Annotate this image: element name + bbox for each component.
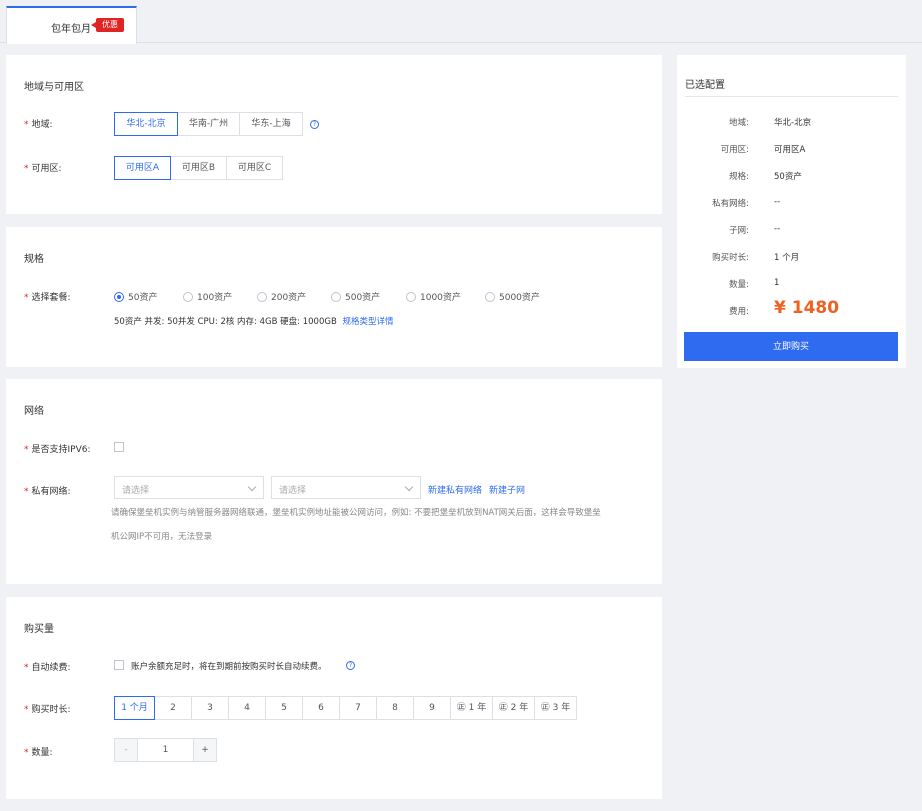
spec-title: 规格 <box>24 254 44 265</box>
package-option-500[interactable]: 500资产 <box>331 290 380 303</box>
zone-option-a[interactable]: 可用区A <box>114 156 171 180</box>
zone-option-c[interactable]: 可用区C <box>226 156 283 180</box>
summary-value-duration: 1 个月 <box>774 253 800 263</box>
vpc-select[interactable]: 请选择 <box>114 476 264 499</box>
duration-option-1m[interactable]: 1 个月 <box>114 696 155 720</box>
duration-label: * 购买时长: <box>24 705 71 715</box>
vpc-label: * 私有网络: <box>24 487 71 497</box>
duration-option-6m[interactable]: 6 <box>302 696 340 720</box>
package-detail: 50资产 并发: 50并发 CPU: 2核 内存: 4GB 硬盘: 1000GB… <box>114 317 394 327</box>
purchase-card: 购买量 * 自动续费: 账户余额充足时，将在到期前按购买时长自动续费。 ? * 购买… <box>6 597 662 799</box>
summary-panel: 已选配置 地域: 华北-北京 可用区: 可用区A 规格: 50资产 私有网络: … <box>677 55 906 368</box>
gift-icon: ㊣ <box>456 703 466 713</box>
zone-label: * 可用区: <box>24 164 62 174</box>
duration-option-2y[interactable]: ㊣ 2 年 <box>492 696 535 720</box>
subnet-select[interactable]: 请选择 <box>271 476 421 499</box>
summary-key-fee: 费用: <box>729 307 749 317</box>
region-title: 地域与可用区 <box>24 82 84 93</box>
duration-option-3m[interactable]: 3 <box>191 696 229 720</box>
chevron-down-icon <box>404 482 414 492</box>
chevron-down-icon <box>247 482 257 492</box>
quantity-stepper: - 1 + <box>114 738 217 762</box>
new-vpc-link[interactable]: 新建私有网络 <box>428 483 482 496</box>
duration-option-5m[interactable]: 5 <box>265 696 303 720</box>
tab-label: 包年包月 <box>51 24 91 35</box>
package-option-50[interactable]: 50资产 <box>114 290 157 303</box>
vpc-select-placeholder: 请选择 <box>122 486 150 496</box>
duration-option-1y[interactable]: ㊣ 1 年 <box>450 696 493 720</box>
auto-renew-label: * 自动续费: <box>24 663 71 673</box>
summary-key-vpc: 私有网络: <box>712 199 749 209</box>
summary-value-vpc: -- <box>774 197 781 207</box>
summary-value-quantity: 1 <box>774 278 780 288</box>
summary-title: 已选配置 <box>685 80 725 91</box>
auto-renew-text: 账户余额充足时，将在到期前按购买时长自动续费。 <box>131 662 327 672</box>
package-option-5000[interactable]: 5000资产 <box>485 290 540 303</box>
summary-key-duration: 购买时长: <box>712 253 749 263</box>
region-option-guangzhou[interactable]: 华南-广州 <box>177 112 240 136</box>
package-option-100[interactable]: 100资产 <box>183 290 232 303</box>
duration-option-9m[interactable]: 9 <box>413 696 451 720</box>
help-icon[interactable]: ? <box>310 120 319 129</box>
ipv6-checkbox[interactable] <box>114 442 124 452</box>
zone-selector: 可用区A 可用区B 可用区C <box>114 156 283 180</box>
quantity-label: * 数量: <box>24 748 53 758</box>
summary-key-zone: 可用区: <box>720 145 749 155</box>
duration-option-3y[interactable]: ㊣ 3 年 <box>534 696 577 720</box>
region-card: 地域与可用区 * 地域: 华北-北京 华南-广州 华东-上海 ? * 可用区: 可用… <box>6 55 662 214</box>
gift-icon: ㊣ <box>540 703 550 713</box>
auto-renew-checkbox[interactable] <box>114 660 124 670</box>
spec-card: 规格 * 选择套餐: 50资产 100资产 200资产 500资产 1000资产 … <box>6 227 662 367</box>
summary-key-spec: 规格: <box>729 172 749 182</box>
region-option-beijing[interactable]: 华北-北京 <box>114 112 178 136</box>
quantity-input[interactable]: 1 <box>137 738 194 762</box>
subnet-select-placeholder: 请选择 <box>279 486 307 496</box>
summary-key-subnet: 子网: <box>729 226 749 236</box>
summary-value-subnet: -- <box>774 224 781 234</box>
summary-value-zone: 可用区A <box>774 145 806 155</box>
duration-option-2m[interactable]: 2 <box>154 696 192 720</box>
duration-selector: 1 个月 2 3 4 5 6 7 8 9 ㊣ 1 年 ㊣ 2 年 ㊣ 3 年 <box>114 696 577 720</box>
package-option-200[interactable]: 200资产 <box>257 290 306 303</box>
quantity-increment-button[interactable]: + <box>193 738 217 762</box>
network-title: 网络 <box>24 406 44 417</box>
summary-value-region: 华北-北京 <box>774 118 812 128</box>
summary-key-region: 地域: <box>729 118 749 128</box>
package-label: * 选择套餐: <box>24 293 71 303</box>
purchase-title: 购买量 <box>24 624 54 635</box>
ipv6-label: * 是否支持IPV6: <box>24 445 91 455</box>
discount-badge: 优惠 <box>91 18 124 32</box>
tab-bar: 包年包月 优惠 <box>0 0 922 44</box>
package-option-1000[interactable]: 1000资产 <box>406 290 461 303</box>
buy-now-button[interactable]: 立即购买 <box>684 332 898 361</box>
price-total: ¥ 1480 <box>774 298 840 318</box>
quantity-decrement-button[interactable]: - <box>114 738 138 762</box>
duration-option-4m[interactable]: 4 <box>228 696 266 720</box>
help-icon[interactable]: ? <box>346 661 355 670</box>
tab-monthly[interactable]: 包年包月 优惠 <box>6 6 137 44</box>
gift-icon: ㊣ <box>498 703 508 713</box>
network-hint-line2: 机公网IP不可用，无法登录 <box>111 532 213 542</box>
network-hint-line1: 请确保堡垒机实例与纳管服务器网络联通，堡垒机实例地址能被公网访问，例如: 不要把… <box>111 508 601 518</box>
summary-key-quantity: 数量: <box>729 280 749 290</box>
duration-option-7m[interactable]: 7 <box>339 696 377 720</box>
zone-option-b[interactable]: 可用区B <box>170 156 227 180</box>
duration-option-8m[interactable]: 8 <box>376 696 414 720</box>
region-label: * 地域: <box>24 120 53 130</box>
spec-detail-link[interactable]: 规格类型详情 <box>342 317 393 327</box>
network-card: 网络 * 是否支持IPV6: * 私有网络: 请选择 请选择 新建私有网络 新建子网… <box>6 379 662 584</box>
region-option-shanghai[interactable]: 华东-上海 <box>239 112 303 136</box>
summary-value-spec: 50资产 <box>774 172 802 182</box>
new-subnet-link[interactable]: 新建子网 <box>489 483 525 496</box>
region-selector: 华北-北京 华南-广州 华东-上海 <box>114 112 303 136</box>
summary-divider <box>685 96 898 97</box>
